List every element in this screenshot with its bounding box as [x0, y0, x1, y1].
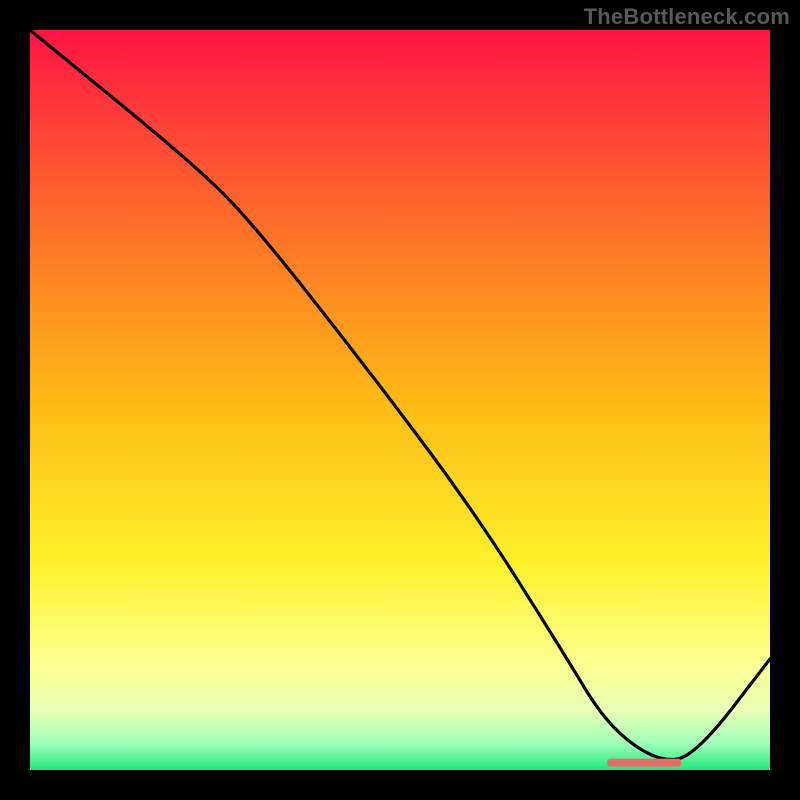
bottleneck-chart	[30, 30, 770, 770]
gradient-background	[30, 30, 770, 770]
plot-area	[30, 30, 770, 770]
optimum-marker	[607, 759, 681, 767]
watermark-text: TheBottleneck.com	[584, 4, 790, 30]
chart-stage: TheBottleneck.com	[0, 0, 800, 800]
